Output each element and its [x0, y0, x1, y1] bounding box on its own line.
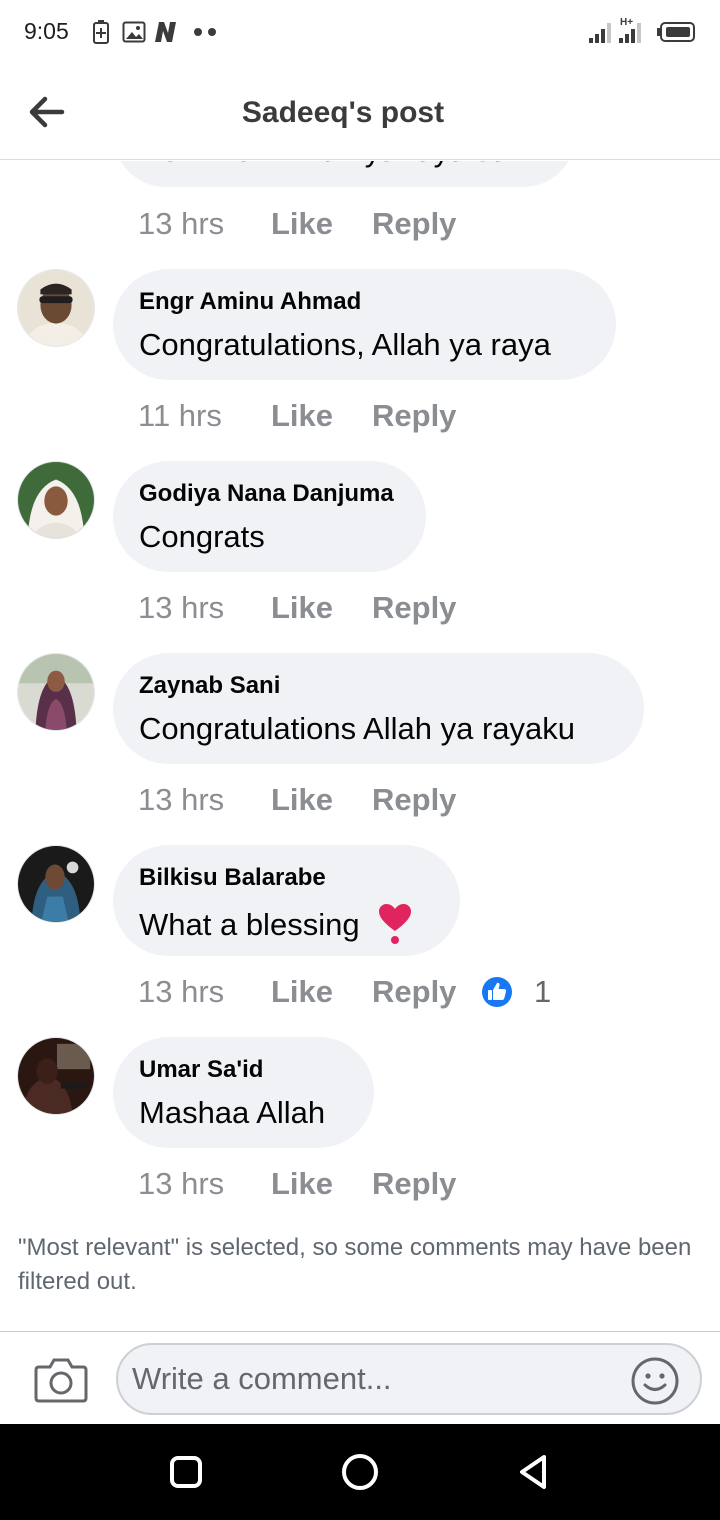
- network-label: H+: [620, 17, 633, 28]
- comment-bubble[interactable]: Engr Aminu Ahmad Congratulations, Allah …: [113, 269, 616, 380]
- like-button[interactable]: Like: [271, 590, 333, 626]
- comment-author[interactable]: Zaynab Sani: [139, 672, 280, 700]
- comment-author[interactable]: Godiya Nana Danjuma: [139, 480, 394, 508]
- like-reaction-icon[interactable]: [481, 976, 513, 1008]
- avatar[interactable]: [17, 653, 95, 731]
- comment-author[interactable]: Umar Sa'id: [139, 1056, 263, 1084]
- avatar[interactable]: [17, 845, 95, 923]
- comment-time: 13 hrs: [138, 1166, 225, 1201]
- emoji-icon[interactable]: [630, 1356, 680, 1406]
- battery-icon: [657, 22, 695, 42]
- comment-time: 11 hrs: [138, 398, 222, 433]
- avatar[interactable]: [17, 1037, 95, 1115]
- comment-time: 13 hrs: [138, 206, 225, 241]
- camera-icon[interactable]: [34, 1355, 88, 1403]
- system-nav-bar: [0, 1424, 720, 1520]
- comment-time: 13 hrs: [138, 782, 225, 817]
- comment-composer: [0, 1331, 720, 1424]
- page-title: Sadeeq's post: [241, 96, 445, 129]
- comment-text: Mashaa Allah: [139, 1095, 326, 1130]
- heart-exclamation-emoji: [379, 904, 412, 944]
- gallery-icon: [122, 21, 146, 43]
- filter-notice: "Most relevant" is selected, so some com…: [18, 1234, 692, 1295]
- reply-button[interactable]: Reply: [372, 1166, 456, 1202]
- reply-button[interactable]: Reply: [372, 398, 456, 434]
- dots-icon: [194, 28, 216, 36]
- status-bar: 9:05 H+: [0, 0, 720, 64]
- comment-bubble[interactable]: Godiya Nana Danjuma Congrats: [113, 461, 426, 572]
- comment-input[interactable]: [116, 1343, 702, 1415]
- like-button[interactable]: Like: [271, 206, 333, 242]
- comment-text: Congratulations Allah ya rayaku: [139, 711, 575, 746]
- comment-bubble[interactable]: Bilkisu Balarabe What a blessing: [113, 845, 460, 956]
- like-button[interactable]: Like: [271, 398, 333, 434]
- home-circle-icon[interactable]: [340, 1452, 380, 1492]
- comment-time: 13 hrs: [138, 590, 225, 625]
- reply-button[interactable]: Reply: [372, 590, 456, 626]
- reply-button[interactable]: Reply: [372, 974, 456, 1010]
- comment-bubble[interactable]: Umar Sa'id Mashaa Allah: [113, 1037, 374, 1148]
- post-header: Sadeeq's post: [0, 64, 720, 160]
- avatar[interactable]: [17, 269, 95, 347]
- comments-feed[interactable]: iken Allah. Allah ya raya su. 13 hrs Lik…: [0, 161, 720, 1331]
- comment-text: Congratulations, Allah ya raya: [139, 327, 551, 362]
- comment-author[interactable]: Bilkisu Balarabe: [139, 864, 326, 892]
- app-n-icon: [155, 22, 176, 42]
- comment-text: iken Allah. Allah ya raya su.: [139, 161, 516, 169]
- comment-text-body: What a blessing: [139, 907, 360, 942]
- avatar[interactable]: [17, 461, 95, 539]
- status-time: 9:05: [24, 18, 69, 44]
- like-button[interactable]: Like: [271, 1166, 333, 1202]
- partial-comment-bubble[interactable]: iken Allah. Allah ya raya su.: [113, 161, 576, 187]
- comment-text: Congrats: [139, 519, 265, 554]
- reply-button[interactable]: Reply: [372, 206, 456, 242]
- back-triangle-icon[interactable]: [514, 1452, 554, 1492]
- signal-hplus-icon: H+: [619, 17, 641, 43]
- battery-saver-icon: [93, 20, 109, 44]
- comment-time: 13 hrs: [138, 974, 225, 1009]
- comment-author[interactable]: Engr Aminu Ahmad: [139, 288, 361, 316]
- like-button[interactable]: Like: [271, 974, 333, 1010]
- like-button[interactable]: Like: [271, 782, 333, 818]
- comment-bubble[interactable]: Zaynab Sani Congratulations Allah ya ray…: [113, 653, 644, 764]
- signal-icon: [589, 23, 611, 43]
- reply-button[interactable]: Reply: [372, 782, 456, 818]
- recents-square-icon[interactable]: [166, 1452, 206, 1492]
- reaction-count: 1: [534, 974, 552, 1009]
- comment-text: What a blessing: [139, 903, 412, 945]
